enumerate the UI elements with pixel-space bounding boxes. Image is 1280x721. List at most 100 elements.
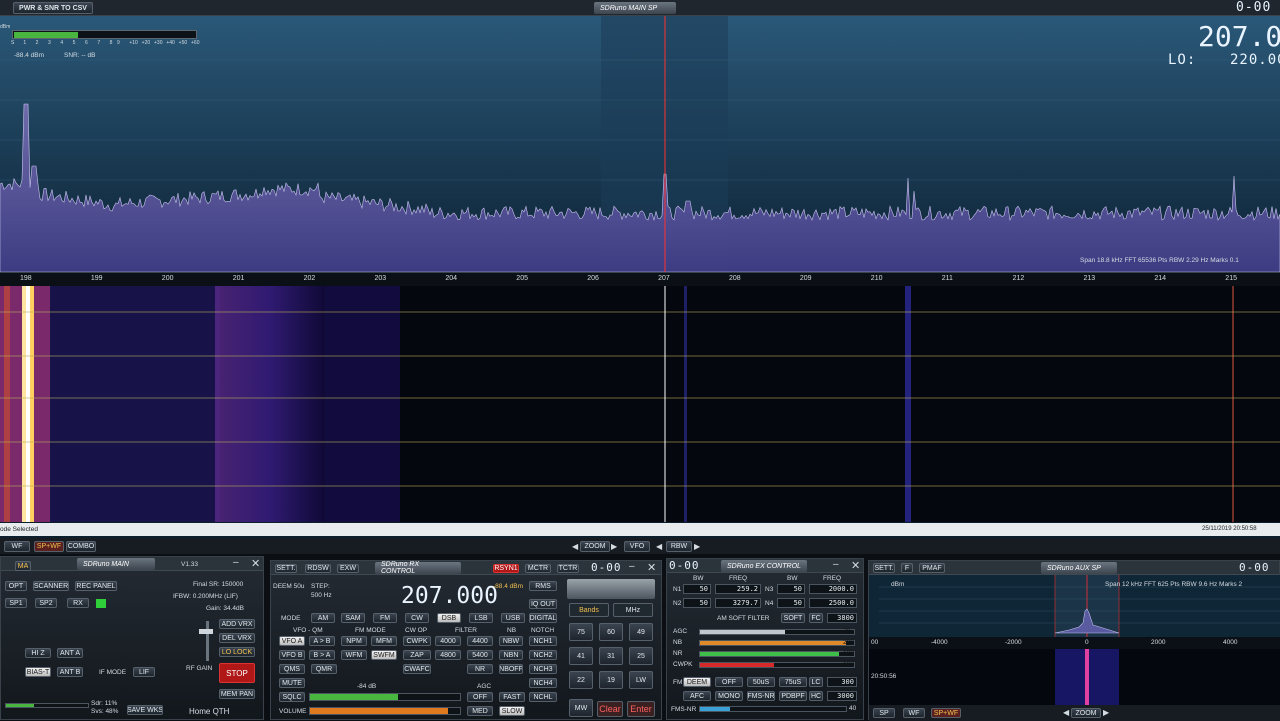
zoom-left-icon[interactable]: ◀ [572, 542, 578, 551]
mono-button[interactable]: MONO [715, 691, 743, 701]
rf-gain-handle[interactable] [199, 629, 213, 634]
aux-pmaf-button[interactable]: PMAF [919, 563, 945, 573]
qms-button[interactable]: QMS [279, 664, 305, 674]
fm-50us[interactable]: 50uS [747, 677, 775, 687]
rbw-right-icon[interactable]: ▶ [694, 542, 700, 551]
mhz-button[interactable]: MHz [613, 603, 653, 617]
rx-sett-button[interactable]: SETT. [275, 564, 297, 573]
cwpk-button[interactable]: CWPK [403, 636, 431, 646]
nb-nbw[interactable]: NBW [499, 636, 523, 646]
n3-freq[interactable]: 2000.0 [809, 584, 857, 594]
add-vrx-button[interactable]: ADD VRX [219, 619, 255, 629]
bias-t-button[interactable]: BIAS-T [25, 667, 51, 677]
tctr-button[interactable]: TCTR [557, 564, 579, 573]
hi-z-button[interactable]: HI Z [25, 648, 51, 658]
fm-75us[interactable]: 75uS [779, 677, 807, 687]
lo-lock-button[interactable]: LO LOCK [219, 647, 255, 657]
sqlc-button[interactable]: SQLC [279, 692, 305, 702]
notch-nch2[interactable]: NCH2 [529, 650, 557, 660]
rf-gain-slider[interactable] [206, 621, 209, 661]
notch-nch3[interactable]: NCH3 [529, 664, 557, 674]
iq-out-button[interactable]: IQ OUT [529, 599, 557, 609]
n4-bw[interactable]: 50 [777, 598, 805, 608]
mode-dsb[interactable]: DSB [437, 613, 461, 623]
mode-am[interactable]: AM [311, 613, 335, 623]
fm-off[interactable]: OFF [715, 677, 743, 687]
rx-frequency-display[interactable]: 207.000 [401, 583, 498, 609]
agc-slow[interactable]: SLOW [499, 706, 525, 716]
exw-button[interactable]: EXW [337, 564, 359, 573]
aux-sett-button[interactable]: SETT. [873, 563, 895, 573]
vfo-control[interactable]: VFO [624, 541, 650, 552]
clear-button[interactable]: Clear [597, 701, 623, 717]
filter-4000[interactable]: 4000 [435, 636, 461, 646]
rdsw-button[interactable]: RDSW [305, 564, 331, 573]
band-60[interactable]: 60 [599, 623, 623, 641]
spectrum-plot[interactable] [0, 16, 1280, 272]
rbw-control[interactable]: RBW [666, 541, 692, 552]
nb-off[interactable]: NBOFF [499, 664, 523, 674]
squelch-slider[interactable] [309, 693, 461, 701]
ex-minimize-icon[interactable]: – [833, 559, 839, 570]
mfm-button[interactable]: MFM [371, 636, 397, 646]
agc-fast[interactable]: FAST [499, 692, 525, 702]
ex-meter-track[interactable] [699, 629, 855, 635]
mode-usb[interactable]: USB [501, 613, 525, 623]
rx-close-icon[interactable]: ✕ [647, 561, 656, 574]
b-to-a-button[interactable]: B > A [309, 650, 335, 660]
zap-button[interactable]: ZAP [403, 650, 431, 660]
scanner-button[interactable]: SCANNER [33, 581, 69, 591]
band-49[interactable]: 49 [629, 623, 653, 641]
opt-button[interactable]: OPT [5, 581, 27, 591]
enter-button[interactable]: Enter [627, 701, 655, 717]
mode-digital[interactable]: DIGITAL [529, 613, 557, 623]
notch-nchl[interactable]: NCHL [529, 692, 557, 702]
ex-meter-track[interactable] [699, 651, 855, 657]
n1-freq[interactable]: 259.2 [715, 584, 761, 594]
band-lw[interactable]: LW [629, 671, 653, 689]
aux-tab-wf[interactable]: WF [903, 708, 925, 718]
main-close-icon[interactable]: ✕ [251, 557, 260, 570]
volume-slider[interactable] [309, 707, 461, 715]
n1-bw[interactable]: 50 [683, 584, 711, 594]
lif-button[interactable]: LIF [133, 667, 155, 677]
npm-button[interactable]: NPM [341, 636, 367, 646]
sp2-button[interactable]: SP2 [35, 598, 57, 608]
main-minimize-icon[interactable]: – [233, 557, 239, 568]
band-19[interactable]: 19 [599, 671, 623, 689]
band-mw[interactable]: MW [569, 699, 593, 717]
mem-pan-button[interactable]: MEM PAN [219, 689, 255, 699]
afc-button[interactable]: AFC [683, 691, 711, 701]
n2-bw[interactable]: 50 [683, 598, 711, 608]
mode-lsb[interactable]: LSB [469, 613, 493, 623]
lc-value[interactable]: 300 [827, 677, 857, 687]
ex-meter-track[interactable] [699, 662, 855, 668]
tab-sp-wf[interactable]: SP+WF [34, 541, 64, 552]
save-wks-button[interactable]: SAVE WKS [127, 705, 163, 715]
band-25[interactable]: 25 [629, 647, 653, 665]
hc-button[interactable]: HC [809, 691, 823, 701]
swfm-button[interactable]: SWFM [371, 650, 397, 660]
zoom-control[interactable]: ZOOM [580, 541, 610, 552]
rbw-left-icon[interactable]: ◀ [656, 542, 662, 551]
lc-button[interactable]: LC [809, 677, 823, 687]
pdbpf-button[interactable]: PDBPF [779, 691, 807, 701]
rsyn-button[interactable]: RSYN1 [493, 564, 519, 573]
fms-nr-button[interactable]: FMS-NR [747, 691, 775, 701]
fc-value[interactable]: 3800 [827, 613, 857, 623]
mode-sam[interactable]: SAM [341, 613, 365, 623]
aux-zoom-left-icon[interactable]: ◀ [1063, 708, 1069, 717]
agc-med[interactable]: MED [467, 706, 493, 716]
fm-deem[interactable]: DEEM [683, 677, 711, 687]
vfo-a-button[interactable]: VFO A [279, 636, 305, 646]
ex-meter-track[interactable] [699, 640, 855, 646]
notch-nch1[interactable]: NCH1 [529, 636, 557, 646]
tab-combo[interactable]: COMBO [66, 541, 96, 552]
band-22[interactable]: 22 [569, 671, 593, 689]
a-to-b-button[interactable]: A > B [309, 636, 335, 646]
bands-button[interactable]: Bands [569, 603, 609, 617]
zoom-right-icon[interactable]: ▶ [611, 542, 617, 551]
aux-f-button[interactable]: F [901, 563, 913, 573]
filter-4800[interactable]: 4800 [435, 650, 461, 660]
aux-zoom-right-icon[interactable]: ▶ [1103, 708, 1109, 717]
